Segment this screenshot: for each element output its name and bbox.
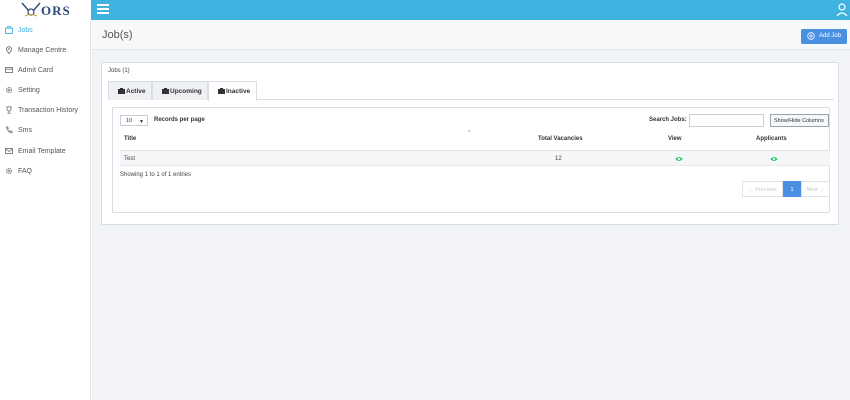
logo-emblem-icon: [21, 2, 41, 17]
page-title: Job(s): [102, 29, 133, 41]
sidebar-item-sms[interactable]: Sms: [0, 122, 91, 140]
records-per-page-value: 10: [126, 118, 133, 124]
briefcase-icon: [118, 88, 125, 94]
sidebar: Jobs Manage Centre Admit Card Setting Tr…: [0, 20, 91, 400]
jobs-panel: Jobs (1) Active Upcoming Inactive 10 ▼ R…: [101, 62, 839, 225]
plus-circle-icon: [807, 32, 815, 40]
sidebar-item-faq[interactable]: FAQ: [0, 163, 91, 181]
caret-down-icon: ▼: [139, 119, 144, 125]
menu-toggle-icon[interactable]: [97, 4, 109, 16]
pagination-next[interactable]: Next →: [801, 181, 830, 197]
envelope-icon: [5, 148, 13, 154]
page-header: Job(s) Add Job: [92, 20, 850, 50]
main-content: Job(s) Add Job Jobs (1) Active Upcoming …: [92, 20, 850, 400]
pagination-previous[interactable]: ← Previous: [742, 181, 783, 197]
search-jobs-input[interactable]: [689, 114, 764, 127]
sidebar-item-label: FAQ: [18, 168, 33, 175]
add-job-label: Add Job: [819, 33, 842, 39]
sidebar-item-label: Setting: [18, 87, 40, 94]
pagination-next-label: Next →: [806, 187, 825, 193]
briefcase-icon: [218, 88, 225, 94]
table-row: Test 12: [120, 150, 830, 166]
briefcase-icon: [5, 26, 13, 34]
user-icon[interactable]: [836, 3, 848, 17]
add-job-button[interactable]: Add Job: [801, 29, 847, 44]
sidebar-item-setting[interactable]: Setting: [0, 82, 91, 100]
trophy-icon: [6, 106, 12, 114]
pagination-page-1[interactable]: 1: [783, 181, 801, 197]
show-hide-columns-label: Show/Hide Columns: [774, 118, 824, 124]
column-header-applicants[interactable]: Applicants: [756, 136, 787, 142]
total-vacancies-cell: 12: [555, 156, 562, 162]
entries-info: Showing 1 to 1 of 1 entries: [120, 172, 192, 178]
tab-label: Upcoming: [170, 88, 202, 95]
tab-label: Inactive: [226, 88, 251, 95]
view-eye-icon[interactable]: [675, 156, 683, 162]
job-title-cell: Test: [124, 156, 136, 162]
sidebar-item-transaction-history[interactable]: Transaction History: [0, 102, 91, 120]
brand-name: ORS: [41, 3, 71, 18]
column-header-title[interactable]: Title: [124, 136, 136, 142]
panel-title: Jobs (1): [108, 68, 130, 74]
sidebar-item-label: Jobs: [18, 27, 33, 34]
briefcase-icon: [162, 88, 169, 94]
show-hide-columns-button[interactable]: Show/Hide Columns: [770, 114, 829, 127]
top-navbar: ORS: [0, 0, 850, 20]
sidebar-item-label: Transaction History: [18, 107, 79, 114]
jobs-table-container: 10 ▼ Records per page Search Jobs: Show/…: [112, 107, 830, 213]
pagination-previous-label: ← Previous: [748, 187, 777, 193]
brand-logo[interactable]: ORS: [0, 0, 91, 20]
sidebar-item-email-template[interactable]: Email Template: [0, 143, 91, 161]
pagination-page-label: 1: [790, 187, 794, 193]
gear-icon: [5, 86, 13, 94]
job-tabs: Active Upcoming Inactive: [108, 81, 834, 101]
tab-upcoming[interactable]: Upcoming: [152, 81, 208, 100]
sidebar-item-jobs[interactable]: Jobs: [0, 22, 91, 40]
records-per-page-label: Records per page: [154, 117, 205, 123]
credit-card-icon: [5, 67, 13, 73]
search-jobs-label: Search Jobs:: [649, 117, 687, 123]
phone-icon: [5, 126, 13, 134]
sidebar-item-label: Email Template: [18, 148, 66, 155]
sidebar-item-label: Manage Centre: [18, 47, 67, 54]
column-header-total-vacancies[interactable]: Total Vacancies: [538, 136, 583, 142]
records-per-page-select[interactable]: 10 ▼: [120, 115, 148, 126]
sidebar-item-label: Admit Card: [18, 67, 54, 74]
sidebar-item-admit-card[interactable]: Admit Card: [0, 62, 91, 80]
map-pin-icon: [5, 46, 13, 54]
sidebar-item-label: Sms: [18, 127, 32, 134]
applicants-eye-icon[interactable]: [770, 156, 778, 162]
tab-inactive[interactable]: Inactive: [208, 81, 257, 101]
column-header-view[interactable]: View: [668, 136, 682, 142]
sort-icon[interactable]: ^: [468, 130, 471, 136]
sidebar-item-manage-centre[interactable]: Manage Centre: [0, 42, 91, 60]
gear-icon: [5, 167, 13, 175]
tab-label: Active: [126, 88, 146, 95]
tab-active[interactable]: Active: [108, 81, 152, 100]
